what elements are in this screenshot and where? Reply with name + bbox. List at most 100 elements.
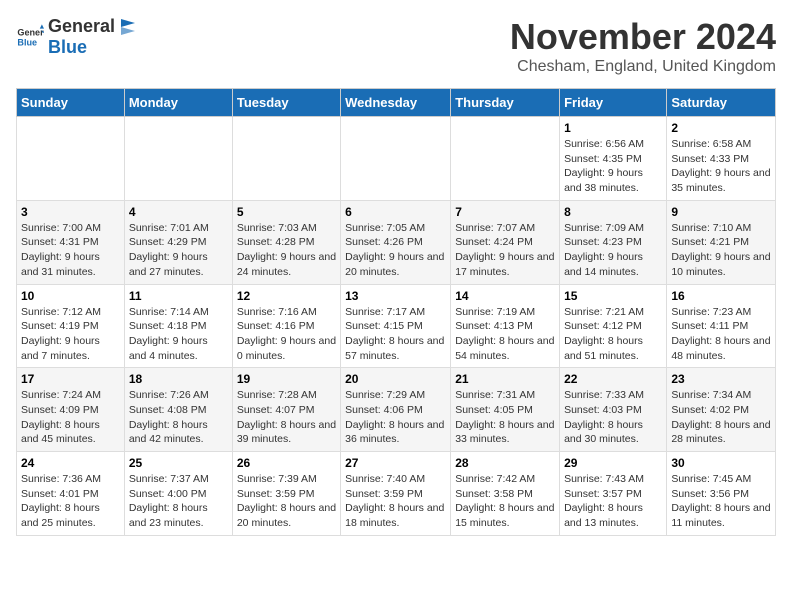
day-info: Sunrise: 7:45 AM Sunset: 3:56 PM Dayligh… — [671, 472, 771, 531]
day-number: 11 — [129, 289, 228, 303]
weekday-header-wednesday: Wednesday — [341, 89, 451, 117]
day-cell — [341, 117, 451, 201]
day-number: 26 — [237, 456, 336, 470]
day-info: Sunrise: 7:42 AM Sunset: 3:58 PM Dayligh… — [455, 472, 555, 531]
day-number: 5 — [237, 205, 336, 219]
day-cell: 16 Sunrise: 7:23 AM Sunset: 4:11 PM Dayli… — [667, 284, 776, 368]
location-title: Chesham, England, United Kingdom — [510, 58, 776, 76]
weekday-header-saturday: Saturday — [667, 89, 776, 117]
day-info: Sunrise: 7:21 AM Sunset: 4:12 PM Dayligh… — [564, 305, 662, 364]
day-number: 28 — [455, 456, 555, 470]
day-number: 25 — [129, 456, 228, 470]
day-cell: 21 Sunrise: 7:31 AM Sunset: 4:05 PM Dayli… — [451, 368, 560, 452]
day-info: Sunrise: 7:03 AM Sunset: 4:28 PM Dayligh… — [237, 221, 336, 280]
day-number: 3 — [21, 205, 120, 219]
day-number: 23 — [671, 372, 771, 386]
day-cell: 30 Sunrise: 7:45 AM Sunset: 3:56 PM Dayli… — [667, 452, 776, 536]
day-info: Sunrise: 7:31 AM Sunset: 4:05 PM Dayligh… — [455, 388, 555, 447]
day-cell: 10Sunrise: 7:12 AM Sunset: 4:19 PM Dayli… — [17, 284, 125, 368]
day-number: 13 — [345, 289, 446, 303]
day-number: 7 — [455, 205, 555, 219]
day-cell: 29 Sunrise: 7:43 AM Sunset: 3:57 PM Dayli… — [560, 452, 667, 536]
day-number: 17 — [21, 372, 120, 386]
day-cell: 24Sunrise: 7:36 AM Sunset: 4:01 PM Dayli… — [17, 452, 125, 536]
day-number: 20 — [345, 372, 446, 386]
day-cell: 14Sunrise: 7:19 AM Sunset: 4:13 PM Dayli… — [451, 284, 560, 368]
logo-blue: Blue — [48, 37, 87, 57]
day-number: 15 — [564, 289, 662, 303]
day-cell: 17 Sunrise: 7:24 AM Sunset: 4:09 PM Dayli… — [17, 368, 125, 452]
logo: General Blue General Blue — [16, 16, 139, 58]
header: General Blue General Blue November 2024 … — [16, 16, 776, 76]
weekday-header-thursday: Thursday — [451, 89, 560, 117]
day-cell: 12Sunrise: 7:16 AM Sunset: 4:16 PM Dayli… — [232, 284, 340, 368]
day-number: 8 — [564, 205, 662, 219]
day-cell — [451, 117, 560, 201]
day-cell: 22Sunrise: 7:33 AM Sunset: 4:03 PM Dayli… — [560, 368, 667, 452]
day-info: Sunrise: 7:26 AM Sunset: 4:08 PM Dayligh… — [129, 388, 228, 447]
day-cell — [17, 117, 125, 201]
logo-flag-icon — [117, 17, 137, 37]
day-cell: 19Sunrise: 7:28 AM Sunset: 4:07 PM Dayli… — [232, 368, 340, 452]
weekday-header-tuesday: Tuesday — [232, 89, 340, 117]
day-info: Sunrise: 7:37 AM Sunset: 4:00 PM Dayligh… — [129, 472, 228, 531]
weekday-header-sunday: Sunday — [17, 89, 125, 117]
day-cell: 26 Sunrise: 7:39 AM Sunset: 3:59 PM Dayli… — [232, 452, 340, 536]
weekday-header-friday: Friday — [560, 89, 667, 117]
day-cell: 28 Sunrise: 7:42 AM Sunset: 3:58 PM Dayli… — [451, 452, 560, 536]
day-number: 4 — [129, 205, 228, 219]
day-cell — [124, 117, 232, 201]
day-number: 10 — [21, 289, 120, 303]
day-info: Sunrise: 7:05 AM Sunset: 4:26 PM Dayligh… — [345, 221, 446, 280]
day-info: Sunrise: 7:23 AM Sunset: 4:11 PM Dayligh… — [671, 305, 771, 364]
day-info: Sunrise: 7:17 AM Sunset: 4:15 PM Dayligh… — [345, 305, 446, 364]
day-cell: 1Sunrise: 6:56 AM Sunset: 4:35 PM Daylig… — [560, 117, 667, 201]
day-number: 2 — [671, 121, 771, 135]
day-info: Sunrise: 7:00 AM Sunset: 4:31 PM Dayligh… — [21, 221, 120, 280]
weekday-header-row: SundayMondayTuesdayWednesdayThursdayFrid… — [17, 89, 776, 117]
day-number: 19 — [237, 372, 336, 386]
svg-text:General: General — [17, 28, 44, 38]
day-number: 18 — [129, 372, 228, 386]
day-info: Sunrise: 7:24 AM Sunset: 4:09 PM Dayligh… — [21, 388, 120, 447]
day-info: Sunrise: 7:39 AM Sunset: 3:59 PM Dayligh… — [237, 472, 336, 531]
day-info: Sunrise: 7:34 AM Sunset: 4:02 PM Dayligh… — [671, 388, 771, 447]
logo-icon: General Blue — [16, 23, 44, 51]
day-number: 16 — [671, 289, 771, 303]
day-cell: 23 Sunrise: 7:34 AM Sunset: 4:02 PM Dayli… — [667, 368, 776, 452]
day-cell — [232, 117, 340, 201]
title-area: November 2024 Chesham, England, United K… — [510, 16, 776, 76]
day-cell: 18 Sunrise: 7:26 AM Sunset: 4:08 PM Dayli… — [124, 368, 232, 452]
day-info: Sunrise: 7:33 AM Sunset: 4:03 PM Dayligh… — [564, 388, 662, 447]
logo-general: General — [48, 16, 115, 37]
day-number: 27 — [345, 456, 446, 470]
svg-text:Blue: Blue — [17, 37, 37, 47]
day-info: Sunrise: 7:14 AM Sunset: 4:18 PM Dayligh… — [129, 305, 228, 364]
day-cell: 20 Sunrise: 7:29 AM Sunset: 4:06 PM Dayli… — [341, 368, 451, 452]
day-info: Sunrise: 7:01 AM Sunset: 4:29 PM Dayligh… — [129, 221, 228, 280]
day-info: Sunrise: 7:29 AM Sunset: 4:06 PM Dayligh… — [345, 388, 446, 447]
day-number: 24 — [21, 456, 120, 470]
day-cell: 3 Sunrise: 7:00 AM Sunset: 4:31 PM Daylig… — [17, 200, 125, 284]
day-cell: 5 Sunrise: 7:03 AM Sunset: 4:28 PM Daylig… — [232, 200, 340, 284]
day-number: 29 — [564, 456, 662, 470]
week-row-4: 17 Sunrise: 7:24 AM Sunset: 4:09 PM Dayli… — [17, 368, 776, 452]
day-cell: 4 Sunrise: 7:01 AM Sunset: 4:29 PM Daylig… — [124, 200, 232, 284]
calendar-table: SundayMondayTuesdayWednesdayThursdayFrid… — [16, 88, 776, 536]
day-number: 9 — [671, 205, 771, 219]
day-cell: 13 Sunrise: 7:17 AM Sunset: 4:15 PM Dayli… — [341, 284, 451, 368]
day-cell: 7Sunrise: 7:07 AM Sunset: 4:24 PM Daylig… — [451, 200, 560, 284]
day-cell: 8Sunrise: 7:09 AM Sunset: 4:23 PM Daylig… — [560, 200, 667, 284]
day-cell: 2Sunrise: 6:58 AM Sunset: 4:33 PM Daylig… — [667, 117, 776, 201]
day-info: Sunrise: 7:16 AM Sunset: 4:16 PM Dayligh… — [237, 305, 336, 364]
day-number: 1 — [564, 121, 662, 135]
day-number: 21 — [455, 372, 555, 386]
day-cell: 15 Sunrise: 7:21 AM Sunset: 4:12 PM Dayli… — [560, 284, 667, 368]
day-info: Sunrise: 7:19 AM Sunset: 4:13 PM Dayligh… — [455, 305, 555, 364]
weekday-header-monday: Monday — [124, 89, 232, 117]
day-cell: 6 Sunrise: 7:05 AM Sunset: 4:26 PM Daylig… — [341, 200, 451, 284]
day-number: 30 — [671, 456, 771, 470]
day-number: 6 — [345, 205, 446, 219]
day-info: Sunrise: 7:43 AM Sunset: 3:57 PM Dayligh… — [564, 472, 662, 531]
week-row-2: 3 Sunrise: 7:00 AM Sunset: 4:31 PM Daylig… — [17, 200, 776, 284]
